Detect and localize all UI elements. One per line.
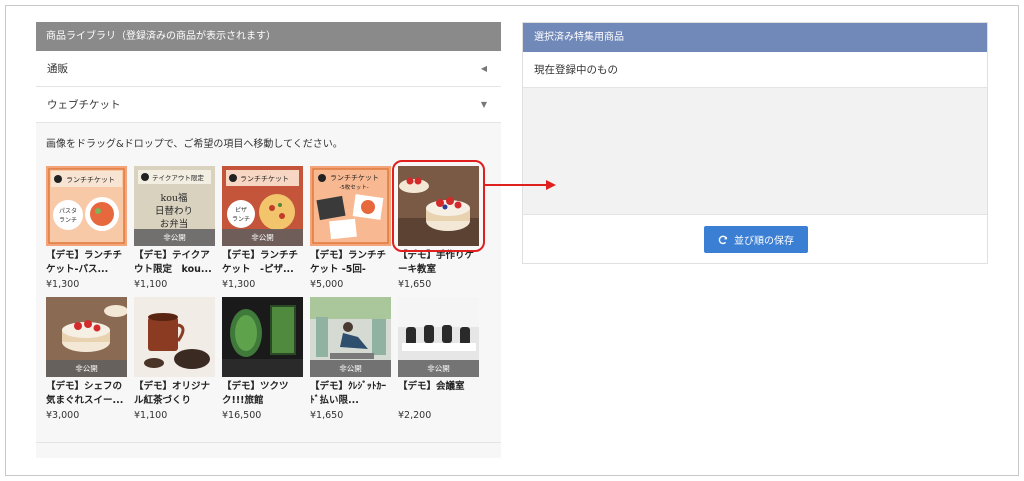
product-price: ¥16,500 — [222, 410, 262, 421]
thumb-caption: ランチチケット — [330, 174, 379, 182]
product-thumbnail[interactable]: 非公開 — [398, 297, 479, 377]
svg-text:パスタ: パスタ — [59, 207, 77, 215]
drag-arrow-icon — [484, 180, 556, 190]
product-price: ¥1,100 — [134, 279, 168, 290]
thumb-caption: ランチチケット — [66, 176, 115, 184]
accordion-tsuhan[interactable]: 通販 ◀ — [36, 51, 501, 87]
product-card[interactable]: 非公開 【デモ】会議室 ¥2,200 — [398, 297, 479, 422]
product-thumbnail[interactable]: ランチチケット -5枚セット- — [310, 166, 391, 246]
caret-down-icon: ▼ — [480, 100, 487, 109]
thumb-caption: テイクアウト限定 — [152, 173, 204, 182]
product-title: 【デモ】ランチチケット -5回- — [310, 250, 387, 275]
product-title: 【デモ】手作りケーキ教室 — [398, 250, 475, 275]
product-card[interactable]: 非公開 【デモ】シェフの気まぐれスイー... ¥3,000 — [46, 297, 127, 422]
drag-highlight-outline — [392, 160, 485, 252]
product-title: 【デモ】テイクアウト限定 kou... — [134, 250, 212, 275]
accordion-web-ticket[interactable]: ウェブチケット ▼ — [36, 87, 501, 123]
product-title: 【デモ】ランチチケット -ピザ... — [222, 250, 299, 275]
product-price: ¥5,000 — [310, 279, 344, 290]
product-price: ¥1,100 — [134, 410, 168, 421]
product-card[interactable]: 【デモ】オリジナル紅茶づくり ¥1,100 — [134, 297, 215, 422]
divider — [36, 442, 501, 443]
product-price: ¥1,650 — [310, 410, 344, 421]
svg-text:ランチ: ランチ — [59, 217, 77, 224]
product-card[interactable]: ランチチケット パスタ ランチ 【デモ】ランチチケット-パス... ¥1,300 — [46, 166, 127, 291]
drag-instruction: 画像をドラッグ&ドロップで、ご希望の項目へ移動してください。 — [46, 139, 343, 150]
product-thumbnail[interactable]: ランチチケット ピザ ランチ 非公開 — [222, 166, 303, 246]
svg-text:ランチ: ランチ — [232, 216, 250, 223]
product-price: ¥1,300 — [46, 279, 80, 290]
product-thumbnail[interactable]: 非公開 — [46, 297, 127, 377]
product-card[interactable]: 非公開 【デモ】ｸﾚｼﾞｯﾄｶｰﾄﾞ払い限... ¥1,650 — [310, 297, 391, 422]
product-title: 【デモ】オリジナル紅茶づくり — [134, 381, 211, 406]
product-thumbnail[interactable]: テイクアウト限定 kou福 日替わり お弁当 非公開 — [134, 166, 215, 246]
selected-subheader: 現在登録中のもの — [523, 52, 987, 88]
product-price: ¥3,000 — [46, 410, 80, 421]
product-card[interactable]: ランチチケット -5枚セット- 【デモ】ランチチケット -5回- ¥5,000 — [310, 166, 391, 291]
save-order-button[interactable]: 並び順の保存 — [704, 226, 808, 253]
product-thumbnail[interactable]: 非公開 — [310, 297, 391, 377]
accordion-label: 通販 — [47, 63, 68, 75]
private-badge: 非公開 — [46, 360, 127, 377]
product-title: 【デモ】ツクツク!!!旅館 — [222, 381, 289, 406]
thumb-caption: ランチチケット — [240, 175, 289, 183]
product-card[interactable]: ランチチケット ピザ ランチ 非公開 【デモ】ランチチケット -ピザ... ¥1… — [222, 166, 303, 291]
caret-left-icon: ◀ — [480, 64, 487, 73]
product-thumbnail[interactable]: ランチチケット パスタ ランチ — [46, 166, 127, 246]
library-header: 商品ライブラリ（登録済みの商品が表示されます） — [36, 22, 501, 51]
product-title: 【デモ】ランチチケット-パス... — [46, 250, 123, 275]
product-price: ¥1,300 — [222, 279, 256, 290]
product-thumbnail[interactable] — [222, 297, 303, 377]
accordion-label: ウェブチケット — [47, 99, 121, 111]
thumb-subcaption: -5枚セット- — [339, 183, 368, 191]
svg-text:ピザ: ピザ — [235, 207, 247, 214]
product-price: ¥1,650 — [398, 279, 432, 290]
product-title: 【デモ】ｸﾚｼﾞｯﾄｶｰﾄﾞ払い限... — [310, 381, 387, 406]
selected-items-panel: 選択済み特集用商品 現在登録中のもの 並び順の保存 — [522, 22, 988, 264]
private-badge: 非公開 — [222, 229, 303, 246]
private-badge: 非公開 — [134, 229, 215, 246]
product-card[interactable]: 【デモ】ツクツク!!!旅館 ¥16,500 — [222, 297, 303, 422]
svg-text:kou福: kou福 — [160, 192, 187, 204]
private-badge: 非公開 — [398, 360, 479, 377]
product-price: ¥2,200 — [398, 410, 432, 421]
svg-text:日替わり: 日替わり — [155, 205, 193, 217]
product-title: 【デモ】会議室 — [398, 381, 465, 392]
product-thumbnail[interactable] — [134, 297, 215, 377]
drop-zone[interactable] — [523, 88, 987, 215]
save-order-label: 並び順の保存 — [734, 236, 794, 247]
private-badge: 非公開 — [310, 360, 391, 377]
product-title: 【デモ】シェフの気まぐれスイー... — [46, 381, 124, 406]
selected-header: 選択済み特集用商品 — [523, 23, 987, 52]
refresh-icon — [718, 235, 728, 244]
product-card[interactable]: テイクアウト限定 kou福 日替わり お弁当 非公開 【デモ】テイクアウト限定 … — [134, 166, 215, 291]
